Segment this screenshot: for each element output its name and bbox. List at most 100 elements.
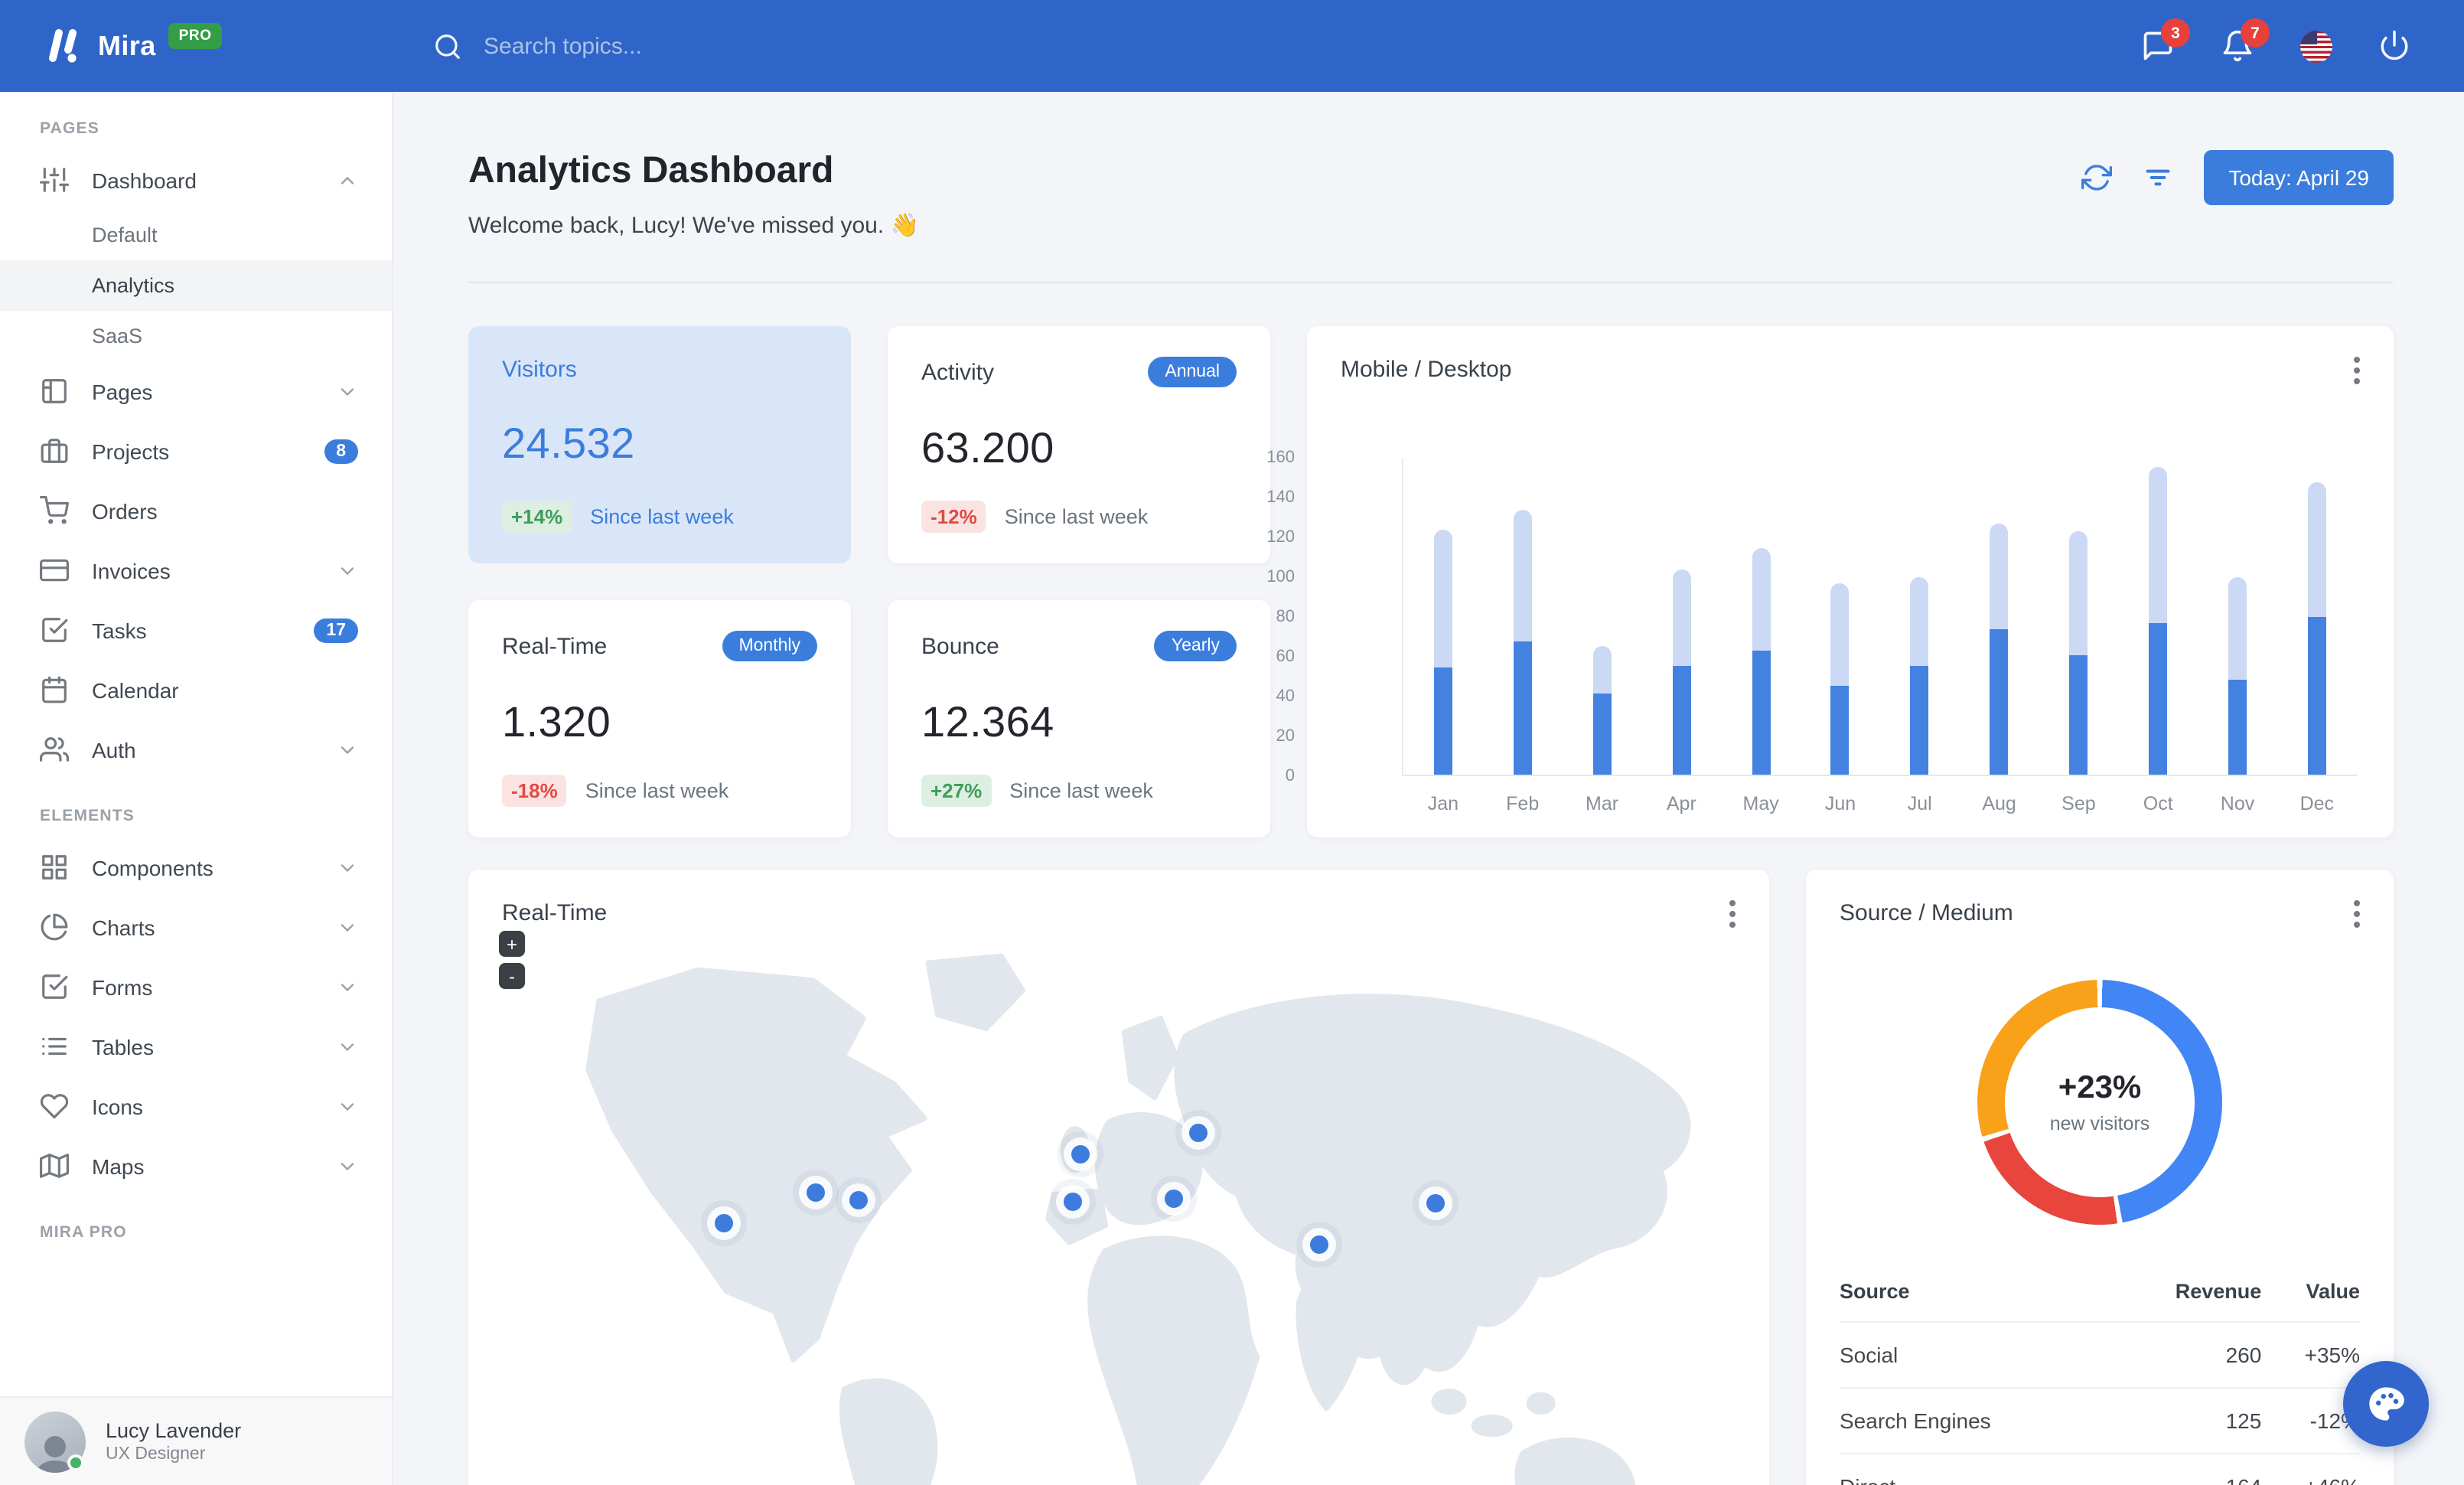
sidebar-item-calendar[interactable]: Calendar [0, 660, 392, 720]
page-subtitle: Welcome back, Lucy! We've missed you. 👋 [468, 213, 919, 239]
sidebar-item-components[interactable]: Components [0, 837, 392, 897]
stat-value: 63.200 [921, 424, 1054, 472]
sidebar-item-orders[interactable]: Orders [0, 481, 392, 540]
y-axis-tick: 100 [1266, 568, 1295, 586]
table-row: Search Engines 125 -12% [1840, 1387, 2360, 1454]
map-marker-new-york[interactable] [849, 1190, 868, 1209]
map-marker-new-delhi[interactable] [1309, 1235, 1328, 1254]
source-table-header: Value [2306, 1280, 2360, 1303]
navbar-search[interactable] [433, 31, 953, 60]
sidebar-item-label: Maps [92, 1154, 145, 1178]
chart-y-axis: 0 20 40 60 80 100 120 140 160 [1246, 449, 1295, 785]
list-icon [40, 1032, 69, 1061]
chevron-down-icon [337, 1095, 358, 1117]
world-map[interactable] [468, 949, 1769, 1485]
check-square-icon [40, 972, 69, 1001]
map-marker-madrid[interactable] [1064, 1192, 1083, 1210]
date-range-button[interactable]: Today: April 29 [2204, 150, 2394, 205]
check-square-icon [40, 615, 69, 645]
bar-chart-plot: Jan Feb Mar Apr May Jun Jul Aug Sep Oct Nov Dec [1402, 458, 2357, 814]
bar-group-aug: Aug [1980, 458, 2019, 814]
map-zoom-in-button[interactable]: + [499, 931, 525, 957]
bar-group-feb: Feb [1503, 458, 1543, 814]
chevron-down-icon [337, 1155, 358, 1177]
bar-mobile [2307, 617, 2326, 775]
map-zoom-out-button[interactable]: - [499, 963, 525, 989]
chevron-down-icon [337, 976, 358, 997]
bar-desktop [1990, 524, 2009, 630]
kebab-menu-icon[interactable] [2354, 357, 2360, 384]
source-cell: Search Engines [1840, 1387, 2109, 1454]
stat-card-visitors: Visitors 24.532 +14% Since last week [468, 326, 851, 563]
sidebar-item-auth[interactable]: Auth [0, 720, 392, 779]
x-axis-label: Apr [1666, 793, 1696, 814]
chart-title: Mobile / Desktop [1341, 357, 1512, 383]
bar-group-jul: Jul [1900, 458, 1940, 814]
shopping-cart-icon [40, 496, 69, 525]
sidebar-item-default[interactable]: Default [0, 210, 392, 260]
sign-out-button[interactable] [2378, 29, 2412, 63]
map-marker-ankara[interactable] [1164, 1189, 1183, 1208]
sidebar-user-footer[interactable]: Lucy Lavender UX Designer [0, 1396, 392, 1485]
sidebar-item-dashboard[interactable]: Dashboard [0, 150, 392, 210]
notifications-button[interactable]: 7 [2221, 18, 2270, 63]
stat-period-badge[interactable]: Annual [1148, 357, 1237, 387]
bar-group-jun: Jun [1820, 458, 1860, 814]
revenue-cell: 164 [2108, 1453, 2262, 1485]
kebab-menu-icon[interactable] [2354, 900, 2360, 928]
table-row: Social 260 +35% [1840, 1321, 2360, 1388]
bar-group-dec: Dec [2297, 458, 2337, 814]
sidebar-item-label: Components [92, 855, 213, 880]
map-marker-chicago[interactable] [806, 1183, 825, 1203]
sidebar-section-mira-pro: MIRA PRO [40, 1223, 127, 1242]
map-marker-beijing[interactable] [1426, 1193, 1445, 1212]
chevron-down-icon [337, 857, 358, 878]
sidebar-item-invoices[interactable]: Invoices [0, 540, 392, 600]
sidebar-item-maps[interactable]: Maps [0, 1136, 392, 1196]
filter-button[interactable] [2143, 162, 2173, 193]
stat-period-badge[interactable]: Yearly [1154, 631, 1237, 661]
language-flag-button[interactable] [2300, 30, 2332, 62]
search-input[interactable] [484, 33, 912, 59]
bar-mobile [1592, 693, 1612, 775]
kebab-menu-icon[interactable] [1729, 900, 1736, 928]
bar-mobile [2228, 679, 2247, 775]
messages-button[interactable]: 3 [2141, 18, 2190, 63]
sidebar-item-saas[interactable]: SaaS [0, 311, 392, 361]
bar-mobile [2149, 623, 2168, 775]
table-row: Direct164+46% [1840, 1453, 2360, 1485]
source-medium-title: Source / Medium [1840, 900, 2013, 926]
realtime-map-card: Real-Time + - [468, 870, 1769, 1485]
bar-desktop [1433, 530, 1452, 667]
map-marker-london[interactable] [1071, 1145, 1090, 1164]
sidebar-item-forms[interactable]: Forms [0, 957, 392, 1017]
bar-mobile [1910, 665, 1929, 775]
source-medium-card: Source / Medium +23% new visitors Source… [1806, 870, 2394, 1485]
power-icon [2381, 30, 2408, 60]
sidebar-item-icons[interactable]: Icons [0, 1076, 392, 1136]
sidebar-item-pages[interactable]: Pages [0, 361, 392, 421]
sidebar-item-analytics[interactable]: Analytics [0, 260, 392, 311]
source-table-header: Revenue [2175, 1280, 2262, 1303]
stat-title: Visitors [502, 357, 577, 383]
layout-icon [40, 377, 69, 406]
sidebar-item-tables[interactable]: Tables [0, 1017, 392, 1076]
sidebar-item-charts[interactable]: Charts [0, 897, 392, 957]
brand-name: Mira [98, 30, 156, 60]
sidebar-item-projects[interactable]: Projects 8 [0, 421, 392, 481]
refresh-button[interactable] [2081, 162, 2113, 193]
sidebar-section-elements: ELEMENTS [40, 807, 135, 825]
map-marker-moscow[interactable] [1188, 1123, 1208, 1141]
stat-period-badge[interactable]: Monthly [722, 631, 817, 661]
bar-mobile [1752, 651, 1771, 775]
app-root: Mira PRO 3 7 [0, 0, 2464, 1485]
source-table: Source Revenue Value Social 260 +35% Search… [1840, 1265, 2360, 1485]
map-icon [40, 1151, 69, 1180]
sidebar-item-tasks[interactable]: Tasks 17 [0, 600, 392, 660]
brand[interactable]: Mira PRO [0, 22, 393, 64]
theme-settings-fab[interactable] [2343, 1361, 2429, 1447]
map-marker-los-angeles[interactable] [714, 1214, 733, 1233]
stat-title: Bounce [921, 633, 999, 659]
users-icon [40, 735, 69, 764]
grid-icon [40, 853, 69, 882]
